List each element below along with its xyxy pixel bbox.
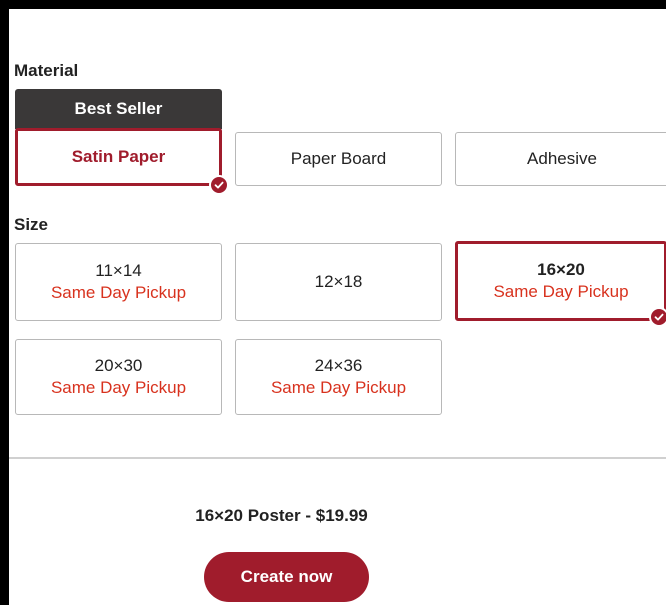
size-option-16x20[interactable]: 16×20 Same Day Pickup [455,241,666,321]
selected-check-icon [649,307,666,327]
size-option-11x14[interactable]: 11×14 Same Day Pickup [15,243,222,321]
best-seller-badge: Best Seller [15,89,222,129]
material-option-label: Adhesive [527,149,597,168]
same-day-pickup-label: Same Day Pickup [50,378,187,397]
same-day-pickup-label: Same Day Pickup [50,283,187,302]
size-option-20x30[interactable]: 20×30 Same Day Pickup [15,339,222,415]
material-option-label: Satin Paper [71,147,166,166]
size-option-12x18[interactable]: 12×18 [235,243,442,321]
same-day-pickup-label: Same Day Pickup [493,282,629,301]
material-option-paper-board[interactable]: Paper Board [235,132,442,186]
selected-check-icon [209,175,229,195]
size-option-label: 11×14 [95,261,142,280]
size-option-label: 12×18 [314,272,363,291]
size-option-label: 20×30 [94,356,143,375]
create-now-button[interactable]: Create now [204,552,369,602]
product-options-panel: Material Best Seller Satin Paper Paper B… [9,9,666,605]
material-option-label: Paper Board [290,149,387,168]
material-option-satin-paper[interactable]: Satin Paper [15,128,222,186]
order-summary: 16×20 Poster - $19.99 [195,506,368,525]
size-option-label: 16×20 [537,260,585,279]
size-label: Size [14,215,49,234]
size-option-label: 24×36 [314,356,363,375]
divider [9,457,666,459]
material-option-adhesive[interactable]: Adhesive [455,132,666,186]
same-day-pickup-label: Same Day Pickup [270,378,407,397]
size-option-24x36[interactable]: 24×36 Same Day Pickup [235,339,442,415]
material-label: Material [14,61,79,80]
